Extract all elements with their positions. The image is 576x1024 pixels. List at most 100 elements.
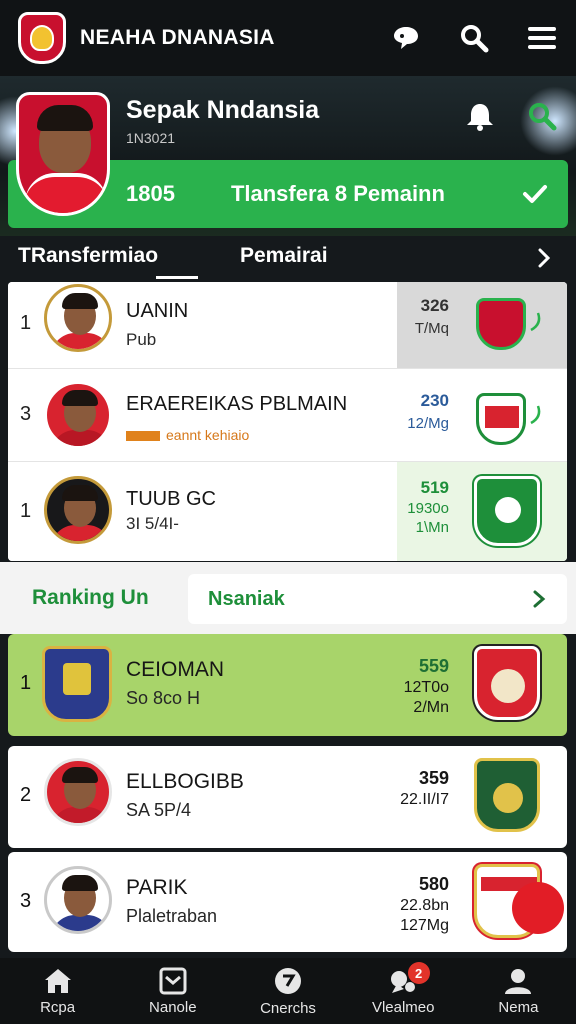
ranking-label: Ranking Un: [32, 586, 149, 609]
club-crest-icon: [476, 298, 526, 350]
tag-chip: [126, 430, 160, 441]
ranking-filter[interactable]: Nsaniak: [188, 574, 567, 624]
ranking-card[interactable]: 1 CEIOMAN So 8co H 559 12T0o 2/Mn: [8, 634, 567, 736]
rival-crest-icon: [474, 758, 540, 832]
nav-notifications[interactable]: 2 Vlealmeo: [346, 958, 461, 1024]
stat-unit: 22.8bn: [400, 897, 449, 914]
avatar-shirt: [51, 807, 109, 823]
club-subtitle: SA 5P/4: [126, 800, 192, 820]
top-actions: [390, 22, 558, 54]
trend-icon: [528, 310, 544, 337]
crest-emblem: [491, 669, 525, 703]
ranking-position: 3: [20, 890, 32, 912]
player-avatar: [44, 758, 112, 826]
player-avatar: [44, 866, 112, 934]
tab-players[interactable]: Pemairai: [240, 244, 328, 268]
green-search-icon[interactable]: [524, 98, 560, 134]
player-avatar: [44, 381, 112, 449]
ranking-filter-label: Nsaniak: [208, 587, 285, 610]
stat-value: 230: [420, 391, 449, 410]
transfer-row[interactable]: 1 UANIN Pub 326 T/Mq: [8, 282, 567, 369]
player-name: ERAEREIKAS PBLMAIN: [126, 393, 348, 415]
player-club: 3I 5/4I-: [126, 514, 179, 533]
nav-label: Vlealmeo: [371, 998, 435, 1016]
rival-crest-icon: [474, 646, 540, 720]
nav-inbox[interactable]: Nanole: [115, 958, 230, 1024]
stat-value: 519: [420, 478, 449, 497]
crest-emblem: [495, 497, 521, 523]
logo-emblem: [30, 25, 54, 51]
stat-extra: 127Mg: [400, 917, 449, 934]
bottom-navigation: Rcpa Nanole Cnerchs 2 Vlealmeo Nema: [0, 958, 576, 1024]
chevron-right-icon[interactable]: [527, 587, 551, 611]
nav-profile[interactable]: Nema: [461, 958, 576, 1024]
avatar-hair: [62, 293, 98, 309]
transfer-row[interactable]: 1 TUUB GC 3I 5/4I- 519 1930o 1\Mn: [8, 462, 567, 561]
search-icon[interactable]: [458, 22, 490, 54]
hero-title: Sepak Nndansia: [126, 96, 320, 124]
home-icon: [44, 968, 71, 993]
row-rank: 3: [20, 403, 32, 425]
crest-emblem: [493, 783, 523, 813]
menu-icon[interactable]: [526, 22, 558, 54]
nav-matches[interactable]: Cnerchs: [230, 958, 345, 1024]
notification-badge: 2: [407, 962, 430, 984]
ranking-stats: 580 22.8bn 127Mg: [400, 874, 449, 935]
ball-icon: [275, 967, 301, 994]
stat-value: 559: [418, 656, 449, 676]
row-rank: 1: [20, 500, 32, 522]
app-title: NEAHA DNANASIA: [80, 26, 275, 49]
chat-bubble-icon[interactable]: [390, 22, 422, 54]
stat-unit: 12/Mg: [407, 415, 449, 432]
player-tag: eannt kehiaio: [126, 425, 249, 445]
ranking-card[interactable]: 3 PARIK Plaletraban 580 22.8bn 127Mg: [8, 852, 567, 952]
transfer-row[interactable]: 3 ERAEREIKAS PBLMAIN eannt kehiaio 230 1…: [8, 369, 567, 462]
active-tab-indicator: [156, 276, 198, 279]
row-rank: 1: [20, 312, 32, 334]
tab-transfer[interactable]: TRansfermiao: [18, 244, 158, 268]
club-subtitle: So 8co H: [126, 688, 201, 708]
stat-unit: 12T0o: [403, 679, 449, 696]
profile-icon: [505, 968, 532, 994]
stat-extra: 2/Mn: [413, 699, 449, 716]
avatar-shirt: [51, 333, 109, 349]
transfer-stats: 230 12/Mg: [407, 391, 449, 432]
player-club: Pub: [126, 330, 157, 349]
featured-player-photo[interactable]: [16, 92, 110, 216]
nav-label: Nema: [498, 998, 539, 1016]
avatar-shirt: [51, 430, 109, 446]
player-name: TUUB GC: [126, 488, 216, 510]
federation-logo[interactable]: [18, 12, 66, 64]
inbox-icon: [159, 967, 187, 994]
club-crest-icon: [474, 476, 540, 546]
red-dot-icon: [512, 882, 564, 934]
avatar-hair: [62, 875, 98, 891]
ranking-card[interactable]: 2 ELLBOGIBB SA 5P/4 359 22.II/I7: [8, 746, 567, 848]
player-avatar: [44, 284, 112, 352]
avatar-hair: [62, 390, 98, 406]
bell-icon[interactable]: [462, 98, 498, 134]
ranking-position: 2: [20, 784, 32, 806]
avatar-hair: [62, 485, 98, 501]
crest-stripe: [485, 406, 519, 428]
check-icon[interactable]: [520, 179, 550, 209]
stat-unit: 1930o: [407, 500, 449, 517]
trend-icon: [528, 403, 544, 430]
avatar-shirt: [51, 915, 109, 931]
club-name: CEIOMAN: [126, 658, 225, 681]
stat-unit: T/Mq: [414, 320, 449, 337]
avatar-hair: [62, 767, 98, 783]
top-bar: NEAHA DNANASIA: [0, 0, 576, 76]
nav-home[interactable]: Rcpa: [0, 958, 115, 1024]
chevron-right-icon[interactable]: [530, 244, 558, 272]
player-hair: [37, 105, 93, 131]
player-shirt: [25, 173, 107, 213]
transfer-list: 1 UANIN Pub 326 T/Mq 3 ERAEREIKAS PBLMAI…: [8, 282, 567, 561]
stat-value: 326: [420, 296, 449, 315]
stat-value: 359: [418, 768, 449, 788]
nav-label: Rcpa: [40, 998, 76, 1016]
player-name: UANIN: [126, 300, 189, 322]
stat-unit: 22.II/I7: [400, 791, 449, 808]
hero-subtitle: 1N3021: [126, 130, 176, 146]
ranking-stats: 359 22.II/I7: [400, 768, 449, 809]
